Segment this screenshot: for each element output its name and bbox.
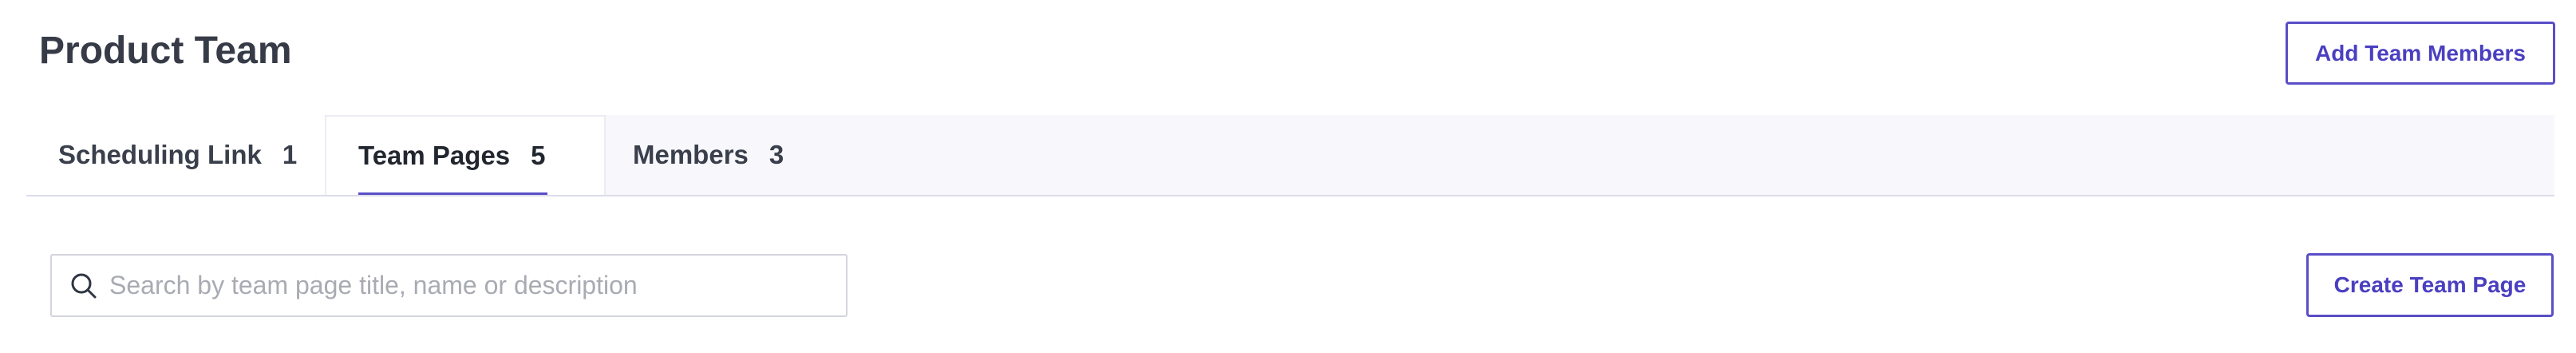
tab-members[interactable]: Members 3: [606, 115, 792, 195]
tab-count: 1: [282, 140, 298, 169]
tab-count: 3: [768, 140, 784, 169]
tab-count: 5: [531, 141, 546, 170]
active-tab-indicator: [358, 192, 547, 195]
search-box[interactable]: [50, 254, 847, 317]
add-team-members-button[interactable]: Add Team Members: [2286, 22, 2555, 85]
tab-label: Team Pages: [358, 141, 511, 170]
create-team-page-button[interactable]: Create Team Page: [2306, 253, 2554, 317]
tab-label: Members: [633, 140, 749, 169]
tab-scheduling-link[interactable]: Scheduling Link 1: [26, 115, 325, 195]
tab-team-pages[interactable]: Team Pages 5: [325, 115, 606, 195]
tab-bar: Scheduling Link 1 Team Pages 5 Members 3: [26, 115, 2554, 196]
search-input[interactable]: [108, 260, 829, 311]
search-icon: [71, 273, 97, 298]
page-title: Product Team: [39, 30, 292, 72]
tab-bar-filler: [792, 115, 2554, 195]
tab-label: Scheduling Link: [58, 140, 262, 169]
